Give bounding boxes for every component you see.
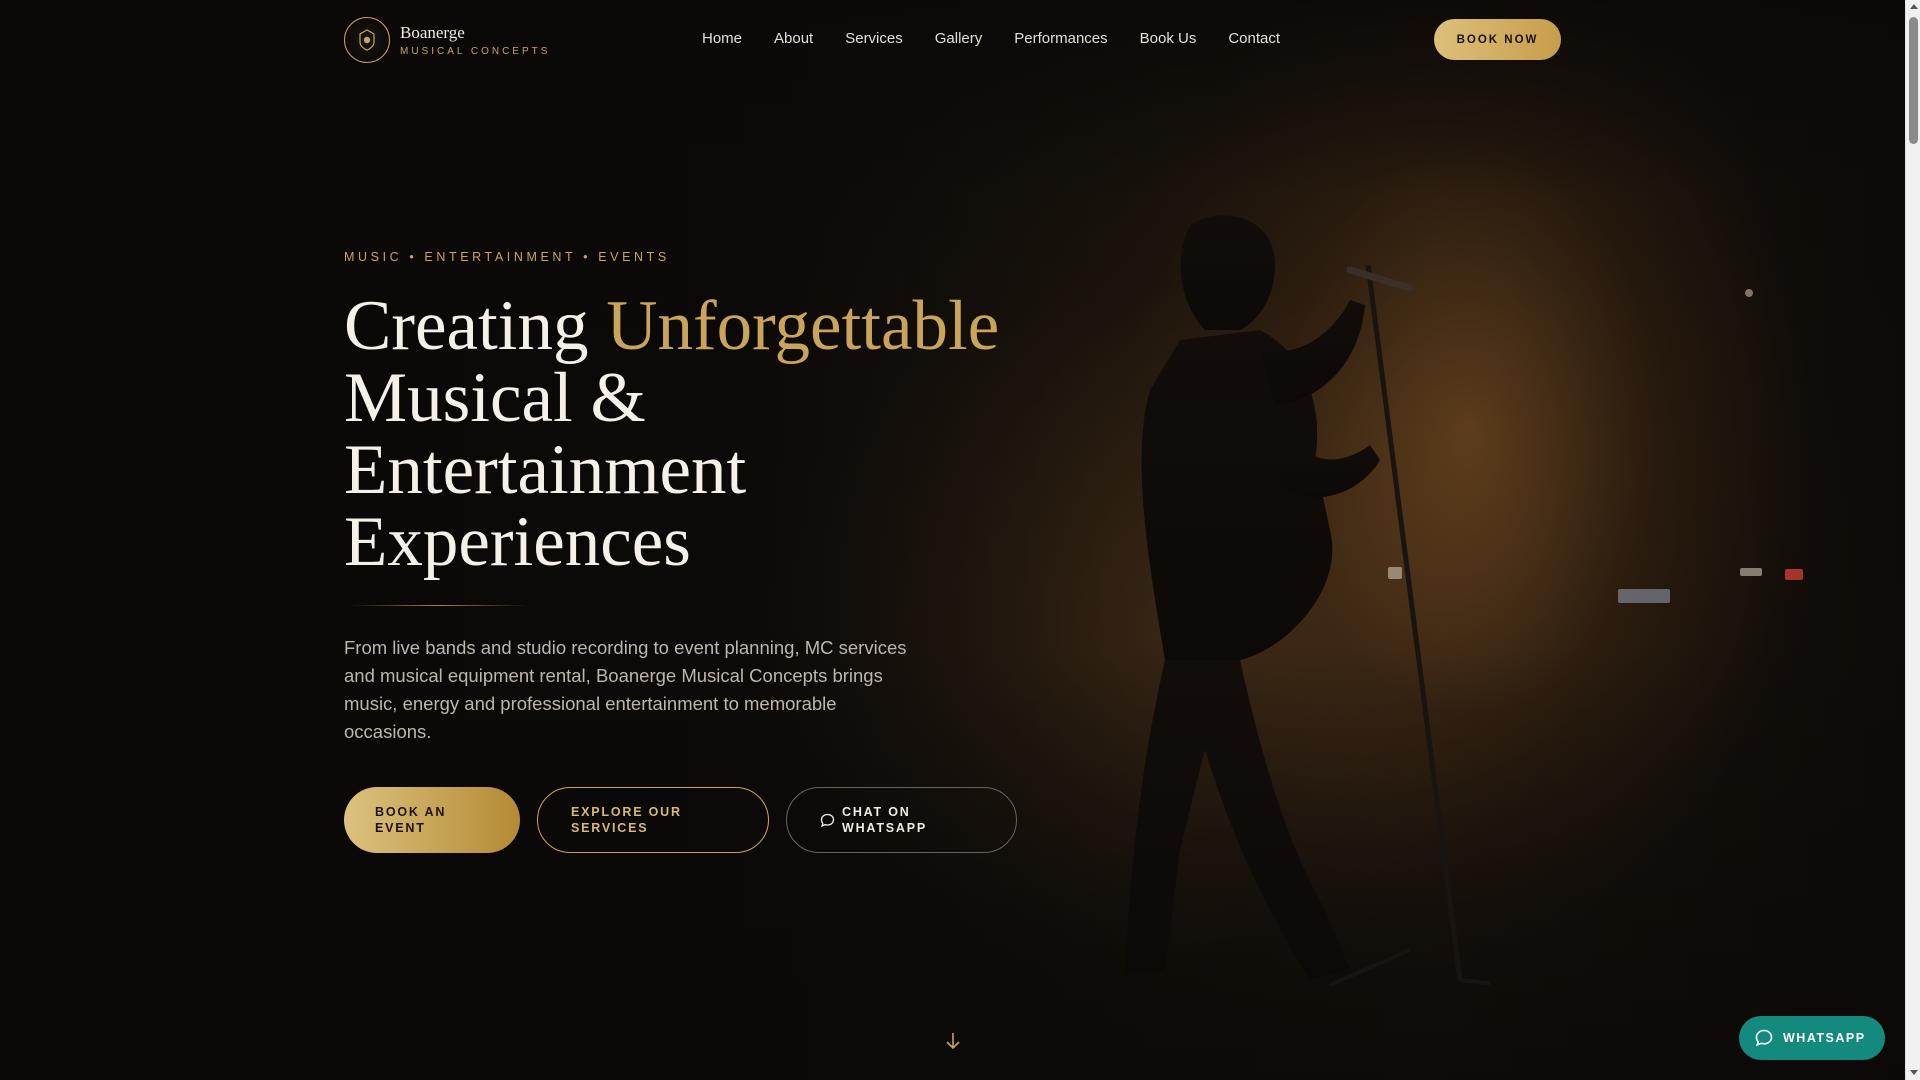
nav-item-book-us[interactable]: Book Us: [1140, 30, 1197, 47]
nav-item-contact[interactable]: Contact: [1228, 30, 1280, 47]
hero-headline: Creating Unforgettable Musical & Entertai…: [344, 290, 1064, 578]
nav-item-services[interactable]: Services: [845, 30, 903, 47]
book-event-button[interactable]: BOOK AN EVENT: [344, 787, 520, 853]
scroll-down-arrow-icon[interactable]: [1910, 1070, 1918, 1075]
book-event-label: BOOK AN EVENT: [375, 805, 447, 835]
brand-name: Boanerge: [400, 23, 465, 42]
nav-item-home[interactable]: Home: [702, 30, 742, 47]
explore-services-button[interactable]: EXPLORE OUR SERVICES: [537, 787, 769, 853]
chat-whatsapp-label: CHAT ON WHATSAPP: [842, 805, 927, 835]
main-menu: Home About Services Gallery Performances…: [702, 30, 1312, 47]
nav-item-performances[interactable]: Performances: [1014, 30, 1107, 47]
brand-logo[interactable]: Boanerge MUSICAL CONCEPTS: [344, 17, 550, 63]
nav-item-about[interactable]: About: [774, 30, 813, 47]
scrollbar-thumb[interactable]: [1909, 17, 1918, 144]
scroll-up-arrow-icon[interactable]: [1910, 4, 1918, 9]
arrow-down-icon[interactable]: [944, 1031, 962, 1051]
chat-bubble-icon: [820, 813, 835, 828]
hero-description: From live bands and studio recording to …: [344, 637, 907, 742]
floating-whatsapp-button[interactable]: WHATSAPP: [1739, 1016, 1885, 1060]
explore-services-label: EXPLORE OUR SERVICES: [571, 805, 682, 835]
headline-accent: Unforgettable: [606, 287, 1000, 365]
headline-divider: [350, 605, 528, 606]
chat-bubble-icon: [1755, 1029, 1773, 1047]
nav-item-gallery[interactable]: Gallery: [935, 30, 983, 47]
floating-whatsapp-label: WHATSAPP: [1783, 1031, 1866, 1045]
book-now-button[interactable]: BOOK NOW: [1434, 19, 1561, 60]
headline-lead: Creating: [344, 287, 607, 365]
hero-eyebrow: MUSIC • ENTERTAINMENT • EVENTS: [344, 250, 670, 264]
page-viewport: Boanerge MUSICAL CONCEPTS Home About Ser…: [0, 0, 1905, 1080]
headline-rest: Musical & Entertainment Experiences: [344, 359, 747, 581]
page-scrollbar[interactable]: [1905, 0, 1920, 1080]
chat-whatsapp-button[interactable]: CHAT ON WHATSAPP: [786, 787, 1017, 853]
top-navigation: Boanerge MUSICAL CONCEPTS Home About Ser…: [0, 0, 1905, 80]
brand-tagline: MUSICAL CONCEPTS: [400, 46, 551, 57]
lion-crest-icon: [344, 17, 390, 63]
